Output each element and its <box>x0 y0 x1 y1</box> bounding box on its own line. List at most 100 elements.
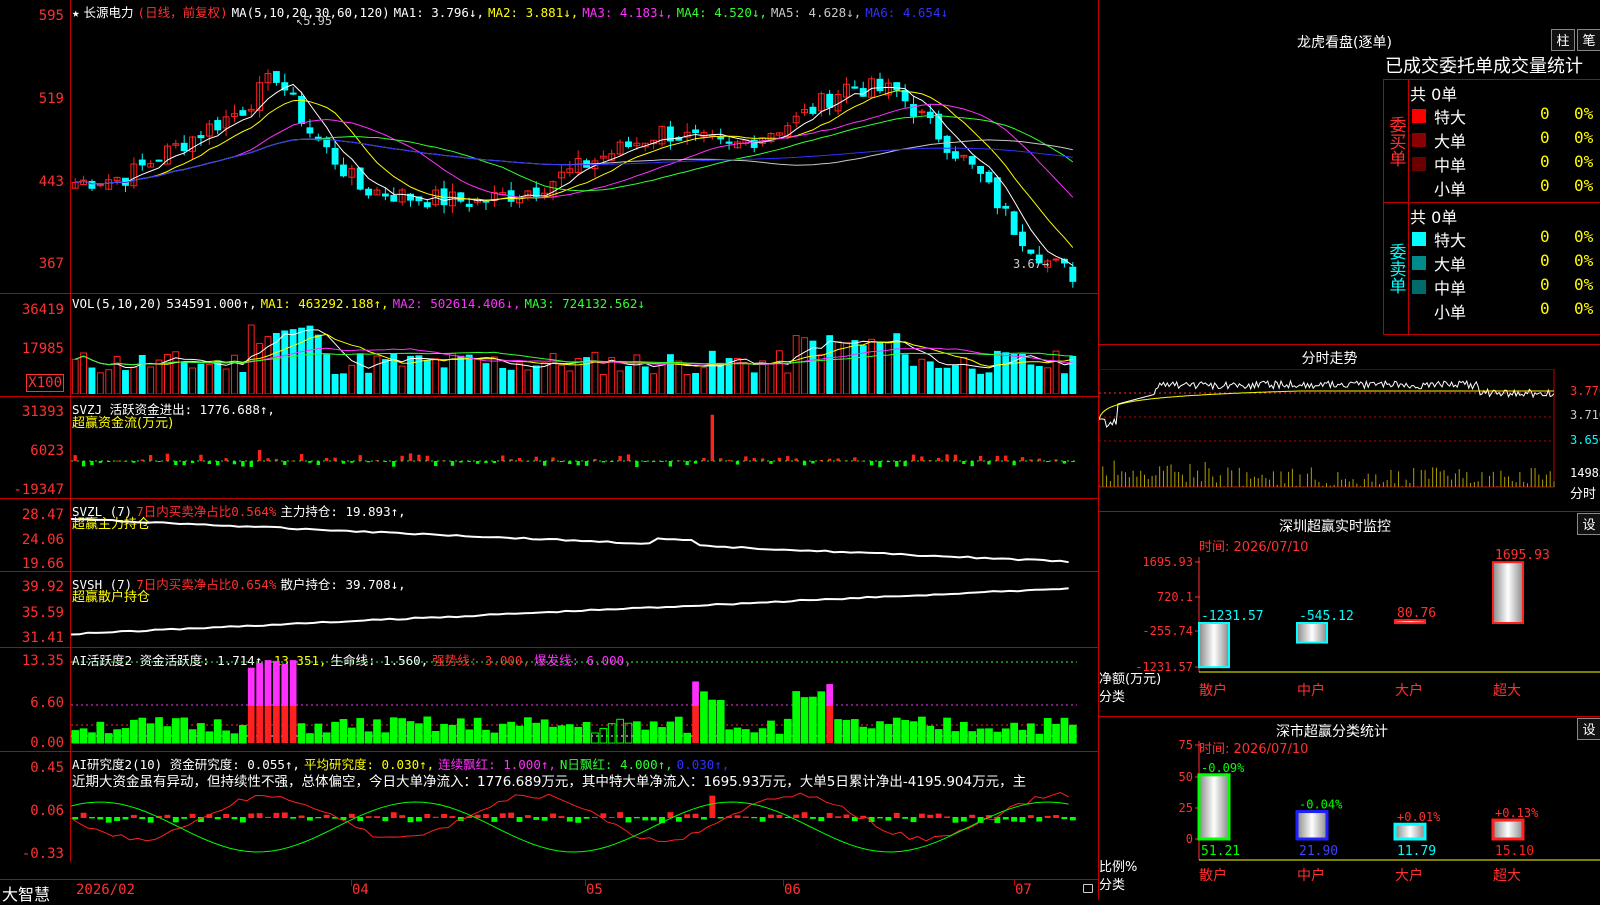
research-bar <box>952 817 959 823</box>
volume-bar <box>700 367 708 394</box>
research-bar <box>407 817 414 823</box>
research-bar <box>399 815 406 818</box>
svsh-ylabel: 39.92 <box>21 579 64 595</box>
classify-ylabel: 25 <box>1179 801 1193 815</box>
research-bar <box>483 814 489 818</box>
activity-bar <box>951 731 960 744</box>
volume-bar <box>499 367 507 394</box>
activity-bar <box>398 718 406 744</box>
legend-swatch <box>1412 256 1426 270</box>
research-bar <box>1027 815 1034 818</box>
svsh-panel[interactable]: 39.92 35.59 31.41 SVSH (7) 7日内买卖净占比0.654%… <box>0 572 1098 648</box>
candle-body <box>465 203 473 207</box>
research-bar <box>114 817 121 821</box>
activity-bar <box>1001 728 1010 744</box>
candle-body <box>717 136 725 140</box>
flow-bar <box>517 457 522 461</box>
activity-bar <box>624 722 633 744</box>
candle-body <box>289 92 297 95</box>
flow-bar <box>735 461 740 465</box>
activity-bar <box>641 729 650 744</box>
flow-bar <box>710 414 715 461</box>
activity-bar <box>205 731 214 744</box>
volume-panel[interactable]: 36419 17985 X100 VOL(5,10,20) 534591.000↑… <box>0 294 1098 397</box>
candle-body <box>1027 249 1035 254</box>
svzj-panel[interactable]: 31393 6023 -19347 SVZJ 活跃资金进出: 1776.688↑… <box>0 397 1098 499</box>
activity-bar <box>180 717 189 744</box>
classify-category-label: 大户 <box>1395 867 1423 884</box>
volume-bar <box>356 353 364 394</box>
research-bar <box>239 817 246 823</box>
candle-body <box>306 127 314 134</box>
volume-bar <box>314 334 322 394</box>
research-bar <box>541 817 548 821</box>
sell-rows: 特大 0 0% 大单 0 0% 中单 0 0% 小单 0 0% <box>1410 227 1600 327</box>
activity-bar <box>683 732 692 744</box>
volume-bar <box>826 335 834 394</box>
retail-holding-path <box>71 587 1069 636</box>
intraday-chart[interactable] <box>1099 369 1569 511</box>
research-bar <box>709 795 716 818</box>
volume-bar <box>792 335 800 394</box>
svzj-ylabel: 6023 <box>30 443 64 459</box>
volume-bar <box>541 362 549 394</box>
volume-bar <box>1060 373 1068 394</box>
activity-bar <box>532 722 541 744</box>
activity-bar <box>381 732 390 744</box>
activity-bar <box>725 729 733 744</box>
classify-pct-label: -0.09% <box>1201 761 1245 775</box>
flow-bar <box>165 453 170 461</box>
research-bar <box>944 816 950 818</box>
volume-bar <box>742 363 750 394</box>
research-bar <box>172 817 179 823</box>
price-panel[interactable]: 595 519 443 367 ★ 长源电力 (日线，前复权) MA(5,10,20,… <box>0 0 1098 294</box>
monitor-value-label: 80.76 <box>1397 606 1436 621</box>
flow-bar <box>911 454 916 461</box>
volume-bar <box>960 357 968 394</box>
intraday-panel[interactable]: 分时走势 3.770 3.710 3.650 14983 分时 <box>1099 345 1600 512</box>
dragon-row-label: 大单 <box>1434 255 1467 274</box>
research-bar <box>575 817 582 823</box>
volume-bar <box>457 355 465 394</box>
volume-bar <box>625 366 632 394</box>
flow-bar <box>333 457 337 461</box>
bar-view-button[interactable]: 柱 <box>1551 29 1575 51</box>
classify-bar <box>1393 822 1427 841</box>
activity-bar <box>1043 718 1052 744</box>
research-bar <box>751 817 758 819</box>
activity-bar <box>440 723 448 744</box>
volume-bar <box>1044 367 1052 394</box>
candlestick-chart[interactable] <box>71 18 1077 290</box>
tick-view-button[interactable]: 笔 <box>1577 29 1600 51</box>
research-bar <box>231 817 238 820</box>
classify-ylabel: 0 <box>1186 832 1193 846</box>
ai-activity-panel[interactable]: 13.35 6.60 0.00 AI活跃度2 资金活跃度: 1.714↑, 13.… <box>0 648 1098 752</box>
flow-bar <box>199 454 203 461</box>
monitor-bar <box>1198 622 1230 669</box>
activity-bar <box>247 706 255 743</box>
sell-side-label: 委卖单 <box>1384 203 1409 334</box>
research-bar <box>793 814 800 818</box>
activity-bar <box>918 716 926 744</box>
candle-body <box>935 113 943 140</box>
dragon-row-value: 0 <box>1540 176 1550 195</box>
activity-bar <box>850 719 859 744</box>
research-bar <box>910 817 917 823</box>
research-bar <box>256 813 263 818</box>
svzl-y-axis: 28.47 24.06 19.66 <box>0 499 71 572</box>
volume-bar <box>71 358 79 394</box>
flow-bar <box>400 455 404 461</box>
buy-count: 共 0单 <box>1410 85 1458 104</box>
volume-bar <box>348 364 356 394</box>
svzj-y-axis: 31393 6023 -19347 <box>0 397 71 498</box>
ai-research-panel[interactable]: 0.45 0.06 -0.33 AI研究度2(10) 资金研究度: 0.055↑… <box>0 752 1098 862</box>
volume-bar <box>901 354 909 394</box>
volume-bar <box>532 365 540 394</box>
candle-body <box>457 192 465 202</box>
research-bar <box>281 812 288 818</box>
svzl-panel[interactable]: 28.47 24.06 19.66 SVZL (7) 7日内买卖净占比0.564%… <box>0 499 1098 572</box>
classify-xtitle: 分类 <box>1099 878 1126 893</box>
activity-bar <box>800 697 809 744</box>
research-bar <box>214 817 221 820</box>
volume-bar <box>666 354 674 394</box>
